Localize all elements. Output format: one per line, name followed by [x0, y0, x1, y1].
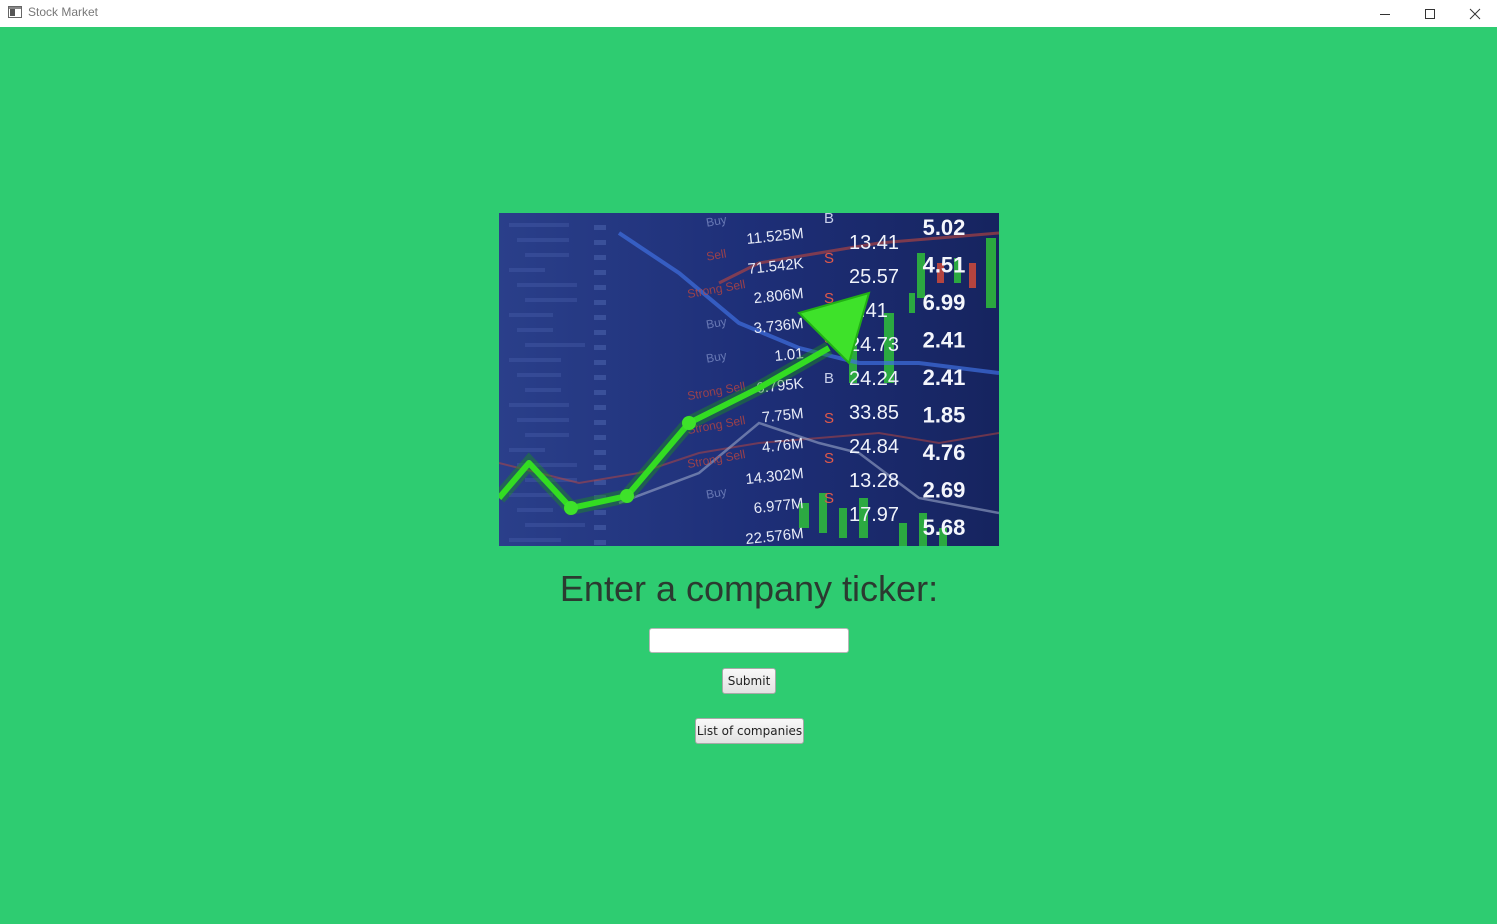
background-streak [594, 405, 606, 410]
background-streak [594, 420, 606, 425]
background-streak [517, 238, 569, 242]
background-streak [594, 240, 606, 245]
background-streak [594, 300, 606, 305]
mid-price-text: 13.28 [849, 470, 899, 492]
background-streak [594, 360, 606, 365]
background-streak [509, 448, 545, 452]
ticker-input[interactable] [649, 628, 849, 653]
background-streak [594, 435, 606, 440]
background-streak [525, 433, 569, 437]
price-text: 6.99 [923, 290, 966, 315]
stock-chart-image: 11.525M 71.542K 2.806M 3.736M 1.01 6.795K 7.75… [499, 213, 999, 546]
stock-chart-graphic: 11.525M71.542K2.806M3.736M1.016.795K7.75… [499, 213, 999, 546]
signal-text: S [824, 450, 834, 467]
background-streak [594, 315, 606, 320]
price-text: 4.51 [923, 253, 966, 278]
background-streak [594, 375, 606, 380]
background-streak [509, 403, 569, 407]
background-streak [517, 508, 553, 512]
background-streak [509, 493, 553, 497]
trend-point [564, 501, 578, 515]
background-streak [594, 270, 606, 275]
close-icon [1469, 8, 1481, 19]
background-streak [594, 525, 606, 530]
background-streak [517, 373, 561, 377]
background-streak [525, 298, 577, 302]
close-button[interactable] [1452, 0, 1497, 27]
price-text: 1.85 [923, 403, 966, 428]
list-companies-button[interactable]: List of companies [695, 718, 804, 744]
background-streak [525, 253, 569, 257]
background-streak [517, 283, 577, 287]
chart-bar [899, 523, 907, 546]
background-streak [509, 223, 569, 227]
price-text: 2.41 [923, 365, 966, 390]
background-streak [594, 285, 606, 290]
background-streak [594, 465, 606, 470]
mid-price-text: 24.84 [849, 436, 899, 458]
minimize-button[interactable] [1362, 0, 1408, 27]
background-streak [594, 510, 606, 515]
background-streak [509, 313, 553, 317]
maximize-button[interactable] [1407, 0, 1453, 27]
mid-price-text: 24.24 [849, 368, 899, 390]
signal-text: S [824, 490, 834, 507]
background-streak [594, 540, 606, 545]
ticker-prompt: Enter a company ticker: [559, 568, 939, 609]
maximize-icon [1425, 8, 1435, 19]
mid-price-text: 17.97 [849, 504, 899, 526]
background-streak [594, 225, 606, 230]
background-streak [594, 390, 606, 395]
mid-price-text: 25.57 [849, 266, 899, 288]
price-text: 2.69 [923, 478, 966, 503]
trend-point [620, 489, 634, 503]
chart-bar [969, 263, 976, 288]
background-streak [525, 388, 561, 392]
trend-point [682, 416, 696, 430]
minimize-icon [1380, 13, 1390, 15]
background-streak [509, 538, 561, 542]
background-streak [594, 450, 606, 455]
background-streak [509, 268, 545, 272]
chart-bar [909, 293, 915, 313]
mid-price-text: 33.85 [849, 402, 899, 424]
mid-price-text: 13.41 [849, 232, 899, 254]
submit-button[interactable]: Submit [722, 668, 776, 694]
signal-text: S [824, 410, 834, 427]
title-bar: Stock Market [0, 0, 1497, 27]
price-text: 5.68 [923, 515, 966, 540]
background-streak [517, 418, 569, 422]
background-streak [594, 330, 606, 335]
background-streak [517, 328, 553, 332]
chart-bar [986, 238, 996, 308]
price-text: 2.41 [923, 328, 966, 353]
background-streak [594, 255, 606, 260]
window-title: Stock Market [28, 5, 99, 19]
signal-text: B [824, 213, 834, 227]
app-icon [8, 6, 22, 18]
price-text: 5.02 [923, 215, 966, 240]
background-streak [525, 523, 585, 527]
price-text: 4.76 [923, 440, 966, 465]
background-streak [594, 345, 606, 350]
background-streak [509, 358, 561, 362]
signal-text: S [824, 250, 834, 267]
background-streak [525, 343, 585, 347]
chart-bar [839, 508, 847, 538]
signal-text: B [824, 370, 834, 387]
